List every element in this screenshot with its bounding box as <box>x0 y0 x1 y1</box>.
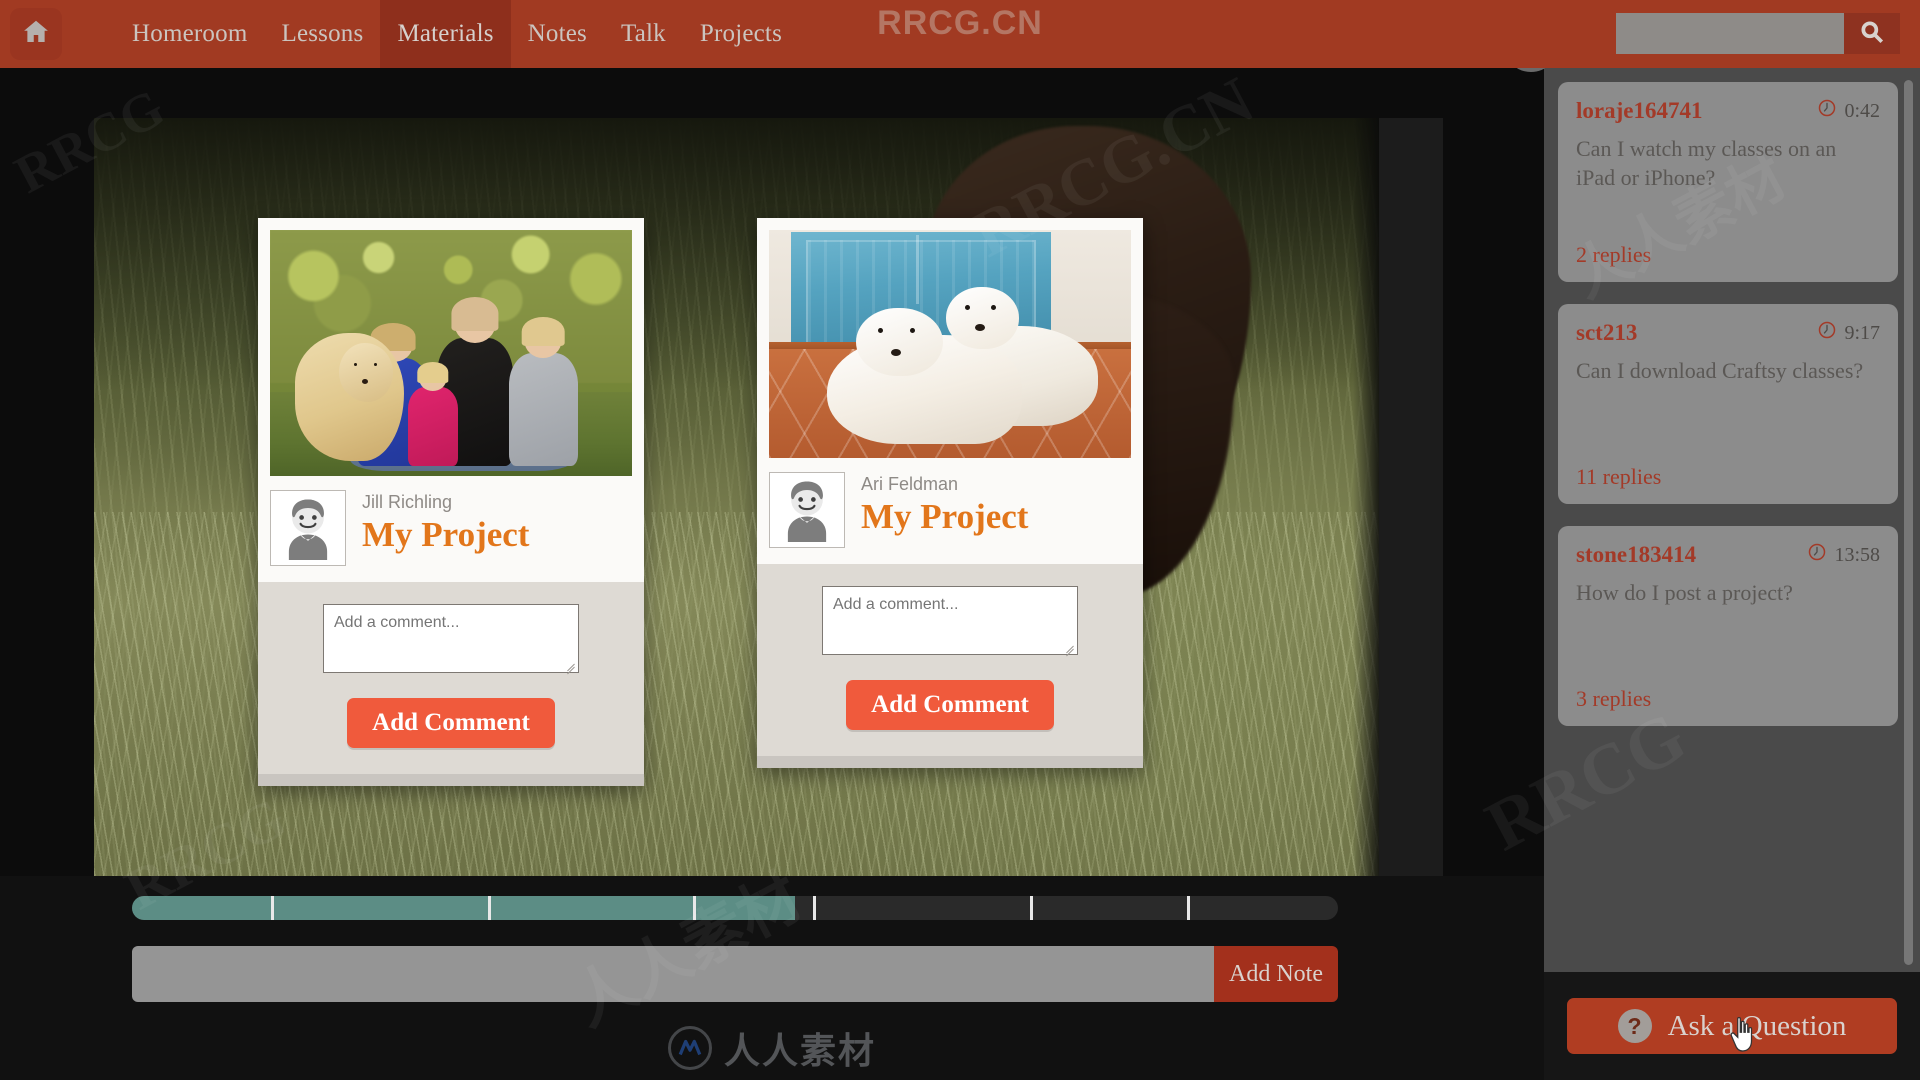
qa-replies-link[interactable]: 2 replies <box>1576 242 1651 268</box>
ask-question-label: Ask a Question <box>1667 1009 1847 1042</box>
qa-question-list: loraje164741 0:42 Can I watch my classes… <box>1544 68 1920 972</box>
qa-question-card[interactable]: sct213 9:17 Can I download Craftsy class… <box>1558 304 1898 504</box>
user-avatar-icon <box>773 474 841 547</box>
qa-question-card[interactable]: loraje164741 0:42 Can I watch my classes… <box>1558 82 1898 282</box>
project-card[interactable]: Jill Richling My Project Add Comment <box>258 218 644 786</box>
qa-replies-link[interactable]: 3 replies <box>1576 686 1651 712</box>
note-entry-row: Add Note <box>132 946 1338 1002</box>
qa-question-text: Can I watch my classes on an iPad or iPh… <box>1576 136 1837 191</box>
nav-item-materials[interactable]: Materials <box>380 0 511 68</box>
user-avatar-icon <box>274 492 342 565</box>
qa-card-header: loraje164741 0:42 <box>1576 98 1880 124</box>
qa-time-text: 13:58 <box>1834 543 1880 566</box>
qa-username[interactable]: loraje164741 <box>1576 98 1702 124</box>
project-title: My Project <box>362 515 530 554</box>
add-note-button[interactable]: Add Note <box>1214 946 1338 1002</box>
project-meta: Jill Richling My Project <box>258 476 644 582</box>
nav-item-lessons[interactable]: Lessons <box>264 0 380 68</box>
video-player[interactable]: Jill Richling My Project Add Comment <box>94 118 1443 876</box>
card-footer <box>258 774 644 786</box>
nav-item-homeroom[interactable]: Homeroom <box>115 0 264 68</box>
qa-card-header: sct213 9:17 <box>1576 320 1880 346</box>
qa-replies-link[interactable]: 11 replies <box>1576 464 1661 490</box>
ask-question-button[interactable]: ? Ask a Question <box>1567 998 1897 1054</box>
home-icon <box>21 17 51 52</box>
craftsy-class-player-page: Homeroom Lessons Materials Notes Talk Pr… <box>0 0 1920 1080</box>
clock-icon <box>1817 98 1837 124</box>
qa-timestamp: 0:42 <box>1817 98 1880 124</box>
qa-question-text: Can I download Craftsy classes? <box>1576 358 1864 383</box>
chapter-marker[interactable] <box>487 896 491 920</box>
card-footer <box>757 756 1143 768</box>
avatar <box>769 472 845 548</box>
clock-icon <box>1807 542 1827 568</box>
nav-links: Homeroom Lessons Materials Notes Talk Pr… <box>115 0 799 68</box>
qa-panel-footer: ? Ask a Question <box>1544 972 1920 1080</box>
top-navigation-bar: Homeroom Lessons Materials Notes Talk Pr… <box>0 0 1920 68</box>
project-meta: Ari Feldman My Project <box>757 458 1143 564</box>
add-comment-button[interactable]: Add Comment <box>347 698 555 748</box>
video-progress-bar[interactable] <box>132 896 1338 920</box>
progress-fill <box>132 896 796 920</box>
search-icon <box>1859 19 1885 48</box>
qa-sidebar-panel: loraje164741 0:42 Can I watch my classes… <box>1544 68 1920 1080</box>
qa-timestamp: 9:17 <box>1817 320 1880 346</box>
qa-question-text: How do I post a project? <box>1576 580 1793 605</box>
rrcg-logo-icon <box>667 1026 712 1070</box>
nav-item-projects[interactable]: Projects <box>683 0 799 68</box>
note-input[interactable] <box>132 946 1214 1002</box>
question-mark-icon: ? <box>1617 1009 1652 1043</box>
chapter-marker[interactable] <box>1030 896 1034 920</box>
project-title: My Project <box>861 497 1029 536</box>
qa-username[interactable]: stone183414 <box>1576 542 1696 568</box>
site-watermark-logo: 人人素材 <box>667 1022 877 1074</box>
site-brand-watermark: RRCG.CN <box>877 4 1043 42</box>
avatar <box>270 490 346 566</box>
watermark-text: 人人素材 <box>723 1031 877 1072</box>
chapter-marker[interactable] <box>270 896 274 920</box>
project-author: Jill Richling <box>362 492 453 512</box>
project-photo <box>270 230 632 476</box>
comment-input[interactable] <box>323 604 579 673</box>
qa-timestamp: 13:58 <box>1807 542 1880 568</box>
qa-card-header: stone183414 13:58 <box>1576 542 1880 568</box>
qa-time-text: 9:17 <box>1844 321 1880 344</box>
project-comment-section: Add Comment <box>258 582 644 774</box>
qa-question-card[interactable]: stone183414 13:58 How do I post a projec… <box>1558 526 1898 726</box>
search-button[interactable] <box>1844 13 1900 54</box>
qa-username[interactable]: sct213 <box>1576 320 1637 346</box>
class-player-stage: Jill Richling My Project Add Comment <box>0 68 1544 1080</box>
add-comment-button[interactable]: Add Comment <box>846 680 1054 730</box>
progress-track[interactable] <box>132 896 1338 920</box>
home-button[interactable] <box>10 8 62 60</box>
project-photo <box>769 230 1131 458</box>
player-controls-bar: Add Note 人人素材 <box>0 876 1544 1080</box>
chapter-marker[interactable] <box>1187 896 1191 920</box>
project-author: Ari Feldman <box>861 474 959 494</box>
project-comment-section: Add Comment <box>757 564 1143 756</box>
qa-panel-scrollbar[interactable] <box>1904 80 1913 965</box>
qa-time-text: 0:42 <box>1844 99 1880 122</box>
search-input[interactable] <box>1616 13 1844 54</box>
nav-item-notes[interactable]: Notes <box>511 0 604 68</box>
chapter-marker[interactable] <box>692 896 696 920</box>
chapter-marker[interactable] <box>813 896 817 920</box>
nav-item-talk[interactable]: Talk <box>604 0 683 68</box>
clock-icon <box>1817 320 1837 346</box>
project-card[interactable]: Ari Feldman My Project Add Comment <box>757 218 1143 768</box>
search-area <box>1616 13 1900 54</box>
comment-input[interactable] <box>822 586 1078 655</box>
